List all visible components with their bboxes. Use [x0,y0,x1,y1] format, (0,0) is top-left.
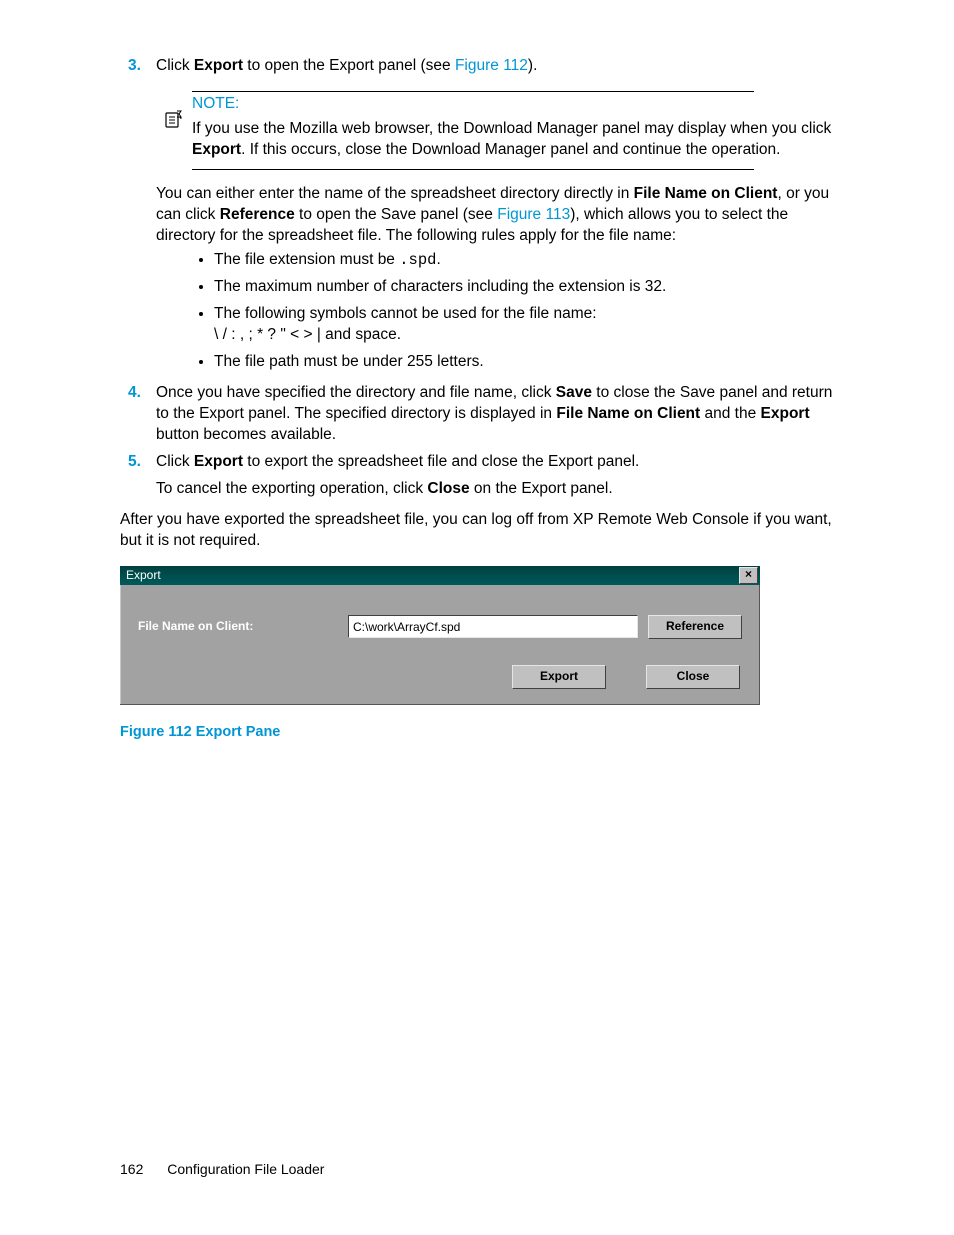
after-export-paragraph: After you have exported the spreadsheet … [120,510,834,552]
page-footer: 162 Configuration File Loader [120,1160,324,1179]
section-title: Configuration File Loader [167,1161,324,1177]
step-3-number: 3. [128,56,141,77]
rule-max-chars: The maximum number of characters includi… [214,277,834,298]
step-5-cancel: To cancel the exporting operation, click… [156,479,834,500]
note-icon [164,109,184,129]
file-name-input[interactable] [348,615,638,638]
step-4-text: Once you have specified the directory an… [156,384,832,443]
close-button[interactable]: Close [646,665,740,689]
step-3: 3. Click Export to open the Export panel… [120,56,834,373]
figure-113-link[interactable]: Figure 113 [497,206,570,223]
note-body: If you use the Mozilla web browser, the … [192,119,834,161]
page-number: 162 [120,1160,143,1179]
note-block: NOTE: If you use the Mozilla web browser… [156,91,834,170]
file-name-paragraph: You can either enter the name of the spr… [156,184,834,247]
rule-extension: The file extension must be .spd. [214,250,834,271]
export-button[interactable]: Export [512,665,606,689]
close-icon[interactable]: × [739,567,758,584]
step-5-text: Click Export to export the spreadsheet f… [156,453,639,470]
file-name-label: File Name on Client: [138,618,338,634]
export-dialog: Export × File Name on Client: Reference … [120,566,760,705]
dialog-title-text: Export [126,567,161,583]
step-3-text: Click Export to open the Export panel (s… [156,57,537,74]
note-title: NOTE: [192,94,834,115]
step-5-number: 5. [128,452,141,473]
step-4-number: 4. [128,383,141,404]
step-5: 5. Click Export to export the spreadshee… [120,452,834,500]
rule-path-length: The file path must be under 255 letters. [214,352,834,373]
step-4: 4. Once you have specified the directory… [120,383,834,446]
file-name-rules: The file extension must be .spd. The max… [214,250,834,373]
reference-button[interactable]: Reference [648,615,742,639]
dialog-titlebar: Export × [120,566,760,585]
rule-symbols: The following symbols cannot be used for… [214,304,834,346]
figure-caption: Figure 112 Export Pane [120,723,834,743]
figure-112-link[interactable]: Figure 112 [455,57,528,74]
